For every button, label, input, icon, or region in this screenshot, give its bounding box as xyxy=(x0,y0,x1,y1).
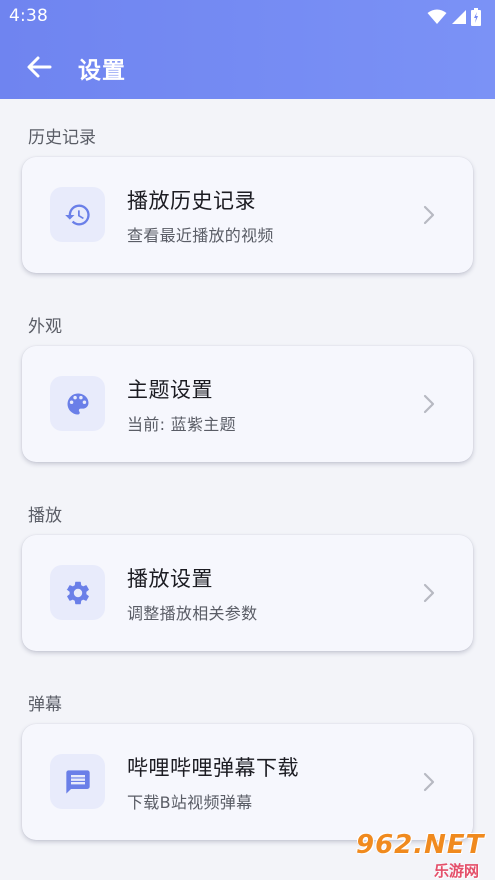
card-subtitle: 当前: 蓝紫主题 xyxy=(127,415,236,434)
card-title: 播放设置 xyxy=(127,567,213,591)
playback-history-card[interactable]: 播放历史记录 查看最近播放的视频 xyxy=(22,157,473,273)
watermark-subtext: 乐游网 xyxy=(434,862,480,880)
palette-icon xyxy=(67,393,88,414)
section-label-danmaku: 弹幕 xyxy=(28,695,62,715)
status-icons xyxy=(427,8,481,26)
section-label-playback: 播放 xyxy=(28,506,62,526)
chevron-right-icon xyxy=(423,583,435,603)
chevron-right-icon xyxy=(423,394,435,414)
card-icon-box xyxy=(50,187,105,242)
chevron-right-icon xyxy=(423,772,435,792)
chevron-right-icon xyxy=(423,205,435,225)
danmaku-download-card[interactable]: 哔哩哔哩弹幕下载 下载B站视频弹幕 xyxy=(22,724,473,840)
card-icon-box xyxy=(50,754,105,809)
card-title: 哔哩哔哩弹幕下载 xyxy=(127,756,299,780)
theme-settings-card[interactable]: 主题设置 当前: 蓝紫主题 xyxy=(22,346,473,462)
card-subtitle: 下载B站视频弹幕 xyxy=(127,793,253,812)
card-subtitle: 查看最近播放的视频 xyxy=(127,226,274,245)
section-label-history: 历史记录 xyxy=(28,128,96,148)
card-icon-box xyxy=(50,376,105,431)
card-title: 播放历史记录 xyxy=(127,189,256,213)
gear-icon xyxy=(66,581,89,604)
header: 4:38 设置 xyxy=(0,0,495,99)
comment-icon xyxy=(65,769,90,794)
back-button[interactable] xyxy=(22,50,56,84)
watermark-text: 962.NET xyxy=(356,830,485,860)
status-time: 4:38 xyxy=(9,6,48,26)
card-icon-box xyxy=(50,565,105,620)
card-subtitle: 调整播放相关参数 xyxy=(127,604,258,623)
app-bar: 设置 xyxy=(0,34,495,99)
watermark-logo: 962.NET 乐游网 xyxy=(356,830,492,880)
playback-settings-card[interactable]: 播放设置 调整播放相关参数 xyxy=(22,535,473,651)
arrow-back-icon xyxy=(27,56,52,78)
history-icon xyxy=(64,204,90,225)
card-title: 主题设置 xyxy=(127,378,213,402)
section-label-appearance: 外观 xyxy=(28,317,62,337)
page-title: 设置 xyxy=(78,58,126,84)
wifi-icon xyxy=(427,9,447,24)
signal-icon xyxy=(452,10,466,24)
battery-icon xyxy=(471,8,481,26)
status-bar: 4:38 xyxy=(0,0,495,34)
